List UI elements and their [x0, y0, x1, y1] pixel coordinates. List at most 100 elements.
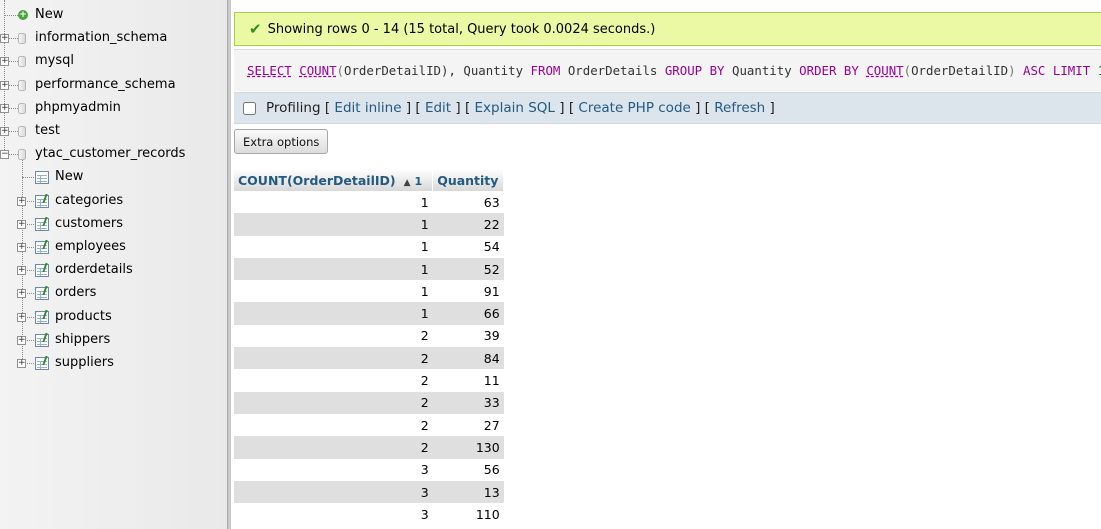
table-item-employees[interactable]: employees	[55, 239, 126, 254]
cell-quantity[interactable]: 33	[432, 391, 504, 414]
sql-identifier: Quantity	[732, 63, 792, 78]
expand-icon[interactable]: +	[0, 80, 9, 90]
database-icon	[18, 79, 26, 91]
cell-quantity[interactable]: 110	[432, 503, 504, 526]
cell-quantity[interactable]: 22	[432, 213, 504, 236]
explain-sql-link[interactable]: Explain SQL	[475, 100, 555, 116]
cell-quantity[interactable]: 52	[432, 257, 504, 281]
cell-count[interactable]: 1	[234, 191, 433, 214]
database-item-phpmyadmin[interactable]: phpmyadmin	[35, 100, 121, 115]
column-header-quantity[interactable]: Quantity	[432, 169, 505, 191]
new-database-icon[interactable]: +	[18, 10, 28, 20]
table-item-suppliers[interactable]: suppliers	[55, 355, 114, 370]
table-row[interactable]: 2 84	[234, 347, 504, 370]
cell-quantity[interactable]: 27	[432, 413, 504, 437]
table-item-customers[interactable]: customers	[55, 216, 123, 231]
table-row[interactable]: 2 33	[234, 391, 504, 414]
tree-line	[22, 160, 23, 363]
cell-count[interactable]: 2	[234, 347, 433, 370]
database-item-mysql[interactable]: mysql	[35, 53, 74, 68]
cell-quantity[interactable]: 84	[432, 347, 504, 370]
cell-quantity[interactable]: 39	[432, 324, 504, 348]
cell-count[interactable]: 1	[234, 257, 433, 281]
table-item-products[interactable]: products	[55, 309, 112, 324]
cell-count[interactable]: 2	[234, 369, 433, 392]
table-row[interactable]: 3 13	[234, 480, 504, 504]
table-row[interactable]: 2 39	[234, 324, 504, 348]
expand-icon[interactable]: +	[0, 57, 9, 67]
cell-count[interactable]: 2	[234, 413, 433, 437]
edit-link[interactable]: Edit	[425, 100, 451, 116]
cell-count[interactable]: 1	[234, 280, 433, 303]
create-php-code-link[interactable]: Create PHP code	[578, 100, 690, 116]
table-row[interactable]: 2 130	[234, 436, 504, 459]
tree-line	[4, 15, 18, 16]
cell-count[interactable]: 2	[234, 436, 433, 459]
cell-count[interactable]: 1	[234, 302, 433, 325]
expand-icon[interactable]: +	[17, 266, 26, 276]
new-database-link[interactable]: New	[35, 7, 63, 22]
extra-options-button[interactable]: Extra options	[234, 129, 329, 154]
expand-icon[interactable]: +	[17, 289, 26, 299]
database-item-test[interactable]: test	[35, 123, 60, 138]
column-header-count[interactable]: COUNT(OrderDetailID) ▲ 1	[234, 169, 434, 191]
database-icon	[18, 126, 26, 137]
refresh-link[interactable]: Refresh	[714, 100, 765, 116]
collapse-icon[interactable]: −	[0, 150, 9, 160]
cell-count[interactable]: 1	[234, 235, 433, 258]
success-text: Showing rows 0 - 14 (15 total, Query too…	[267, 21, 656, 37]
table-row[interactable]: 3 110	[234, 503, 504, 526]
cell-quantity[interactable]: 13	[432, 480, 504, 504]
table-row[interactable]: 3 56	[234, 458, 504, 481]
expand-icon[interactable]: +	[17, 359, 26, 368]
table-row[interactable]: 1 91	[234, 280, 504, 303]
table-item-shippers[interactable]: shippers	[55, 332, 110, 347]
database-item-ytac-customer-records[interactable]: ytac_customer_records	[35, 146, 185, 161]
expand-icon[interactable]: +	[17, 335, 26, 345]
cell-count[interactable]: 3	[234, 458, 433, 481]
sql-identifier: OrderDetailID	[344, 63, 441, 78]
sort-order-number: 1	[414, 174, 423, 188]
cell-quantity[interactable]: 63	[432, 191, 504, 214]
table-row[interactable]: 2 27	[234, 413, 504, 437]
cell-quantity[interactable]: 66	[432, 302, 504, 325]
new-table-link[interactable]: New	[55, 169, 83, 184]
cell-count[interactable]: 3	[234, 503, 433, 526]
table-row[interactable]: 1 63	[234, 191, 504, 214]
sql-function: COUNT	[299, 63, 337, 78]
sql-keyword: GROUP BY	[664, 63, 725, 78]
expand-icon[interactable]: +	[17, 312, 26, 322]
table-row[interactable]: 1 52	[234, 257, 504, 281]
edit-inline-link[interactable]: Edit inline	[334, 100, 401, 116]
cell-count[interactable]: 3	[234, 480, 433, 504]
profiling-checkbox[interactable]	[243, 101, 256, 115]
table-row[interactable]: 1 54	[234, 235, 504, 258]
main-content: ✔ Showing rows 0 - 14 (15 total, Query t…	[234, 0, 1101, 529]
table-row[interactable]: 1 22	[234, 213, 504, 236]
expand-icon[interactable]: +	[17, 243, 26, 252]
navigation-resizer[interactable]	[227, 0, 231, 529]
expand-icon[interactable]: +	[0, 34, 9, 44]
expand-icon[interactable]: +	[17, 219, 26, 229]
expand-icon[interactable]: +	[17, 196, 26, 206]
cell-count[interactable]: 2	[234, 391, 433, 414]
cell-count[interactable]: 2	[234, 324, 433, 348]
expand-icon[interactable]: +	[0, 127, 9, 136]
cell-quantity[interactable]: 130	[432, 436, 504, 459]
tree-line	[22, 177, 34, 179]
table-item-orderdetails[interactable]: orderdetails	[55, 262, 133, 277]
cell-count[interactable]: 1	[234, 213, 433, 236]
database-item-performance-schema[interactable]: performance_schema	[35, 77, 176, 92]
table-item-categories[interactable]: categories	[55, 193, 123, 208]
cell-quantity[interactable]: 54	[432, 235, 504, 258]
table-item-orders[interactable]: orders	[55, 285, 96, 300]
sql-identifier: ), Quantity	[441, 63, 524, 78]
sql-query-display[interactable]: SELECT COUNT(OrderDetailID), Quantity FR…	[234, 49, 1101, 91]
expand-icon[interactable]: +	[0, 103, 9, 113]
database-item-information-schema[interactable]: information_schema	[35, 30, 167, 45]
table-row[interactable]: 2 11	[234, 369, 504, 392]
cell-quantity[interactable]: 91	[432, 280, 504, 303]
cell-quantity[interactable]: 11	[432, 369, 504, 392]
cell-quantity[interactable]: 56	[432, 458, 504, 481]
table-row[interactable]: 1 66	[234, 302, 504, 325]
